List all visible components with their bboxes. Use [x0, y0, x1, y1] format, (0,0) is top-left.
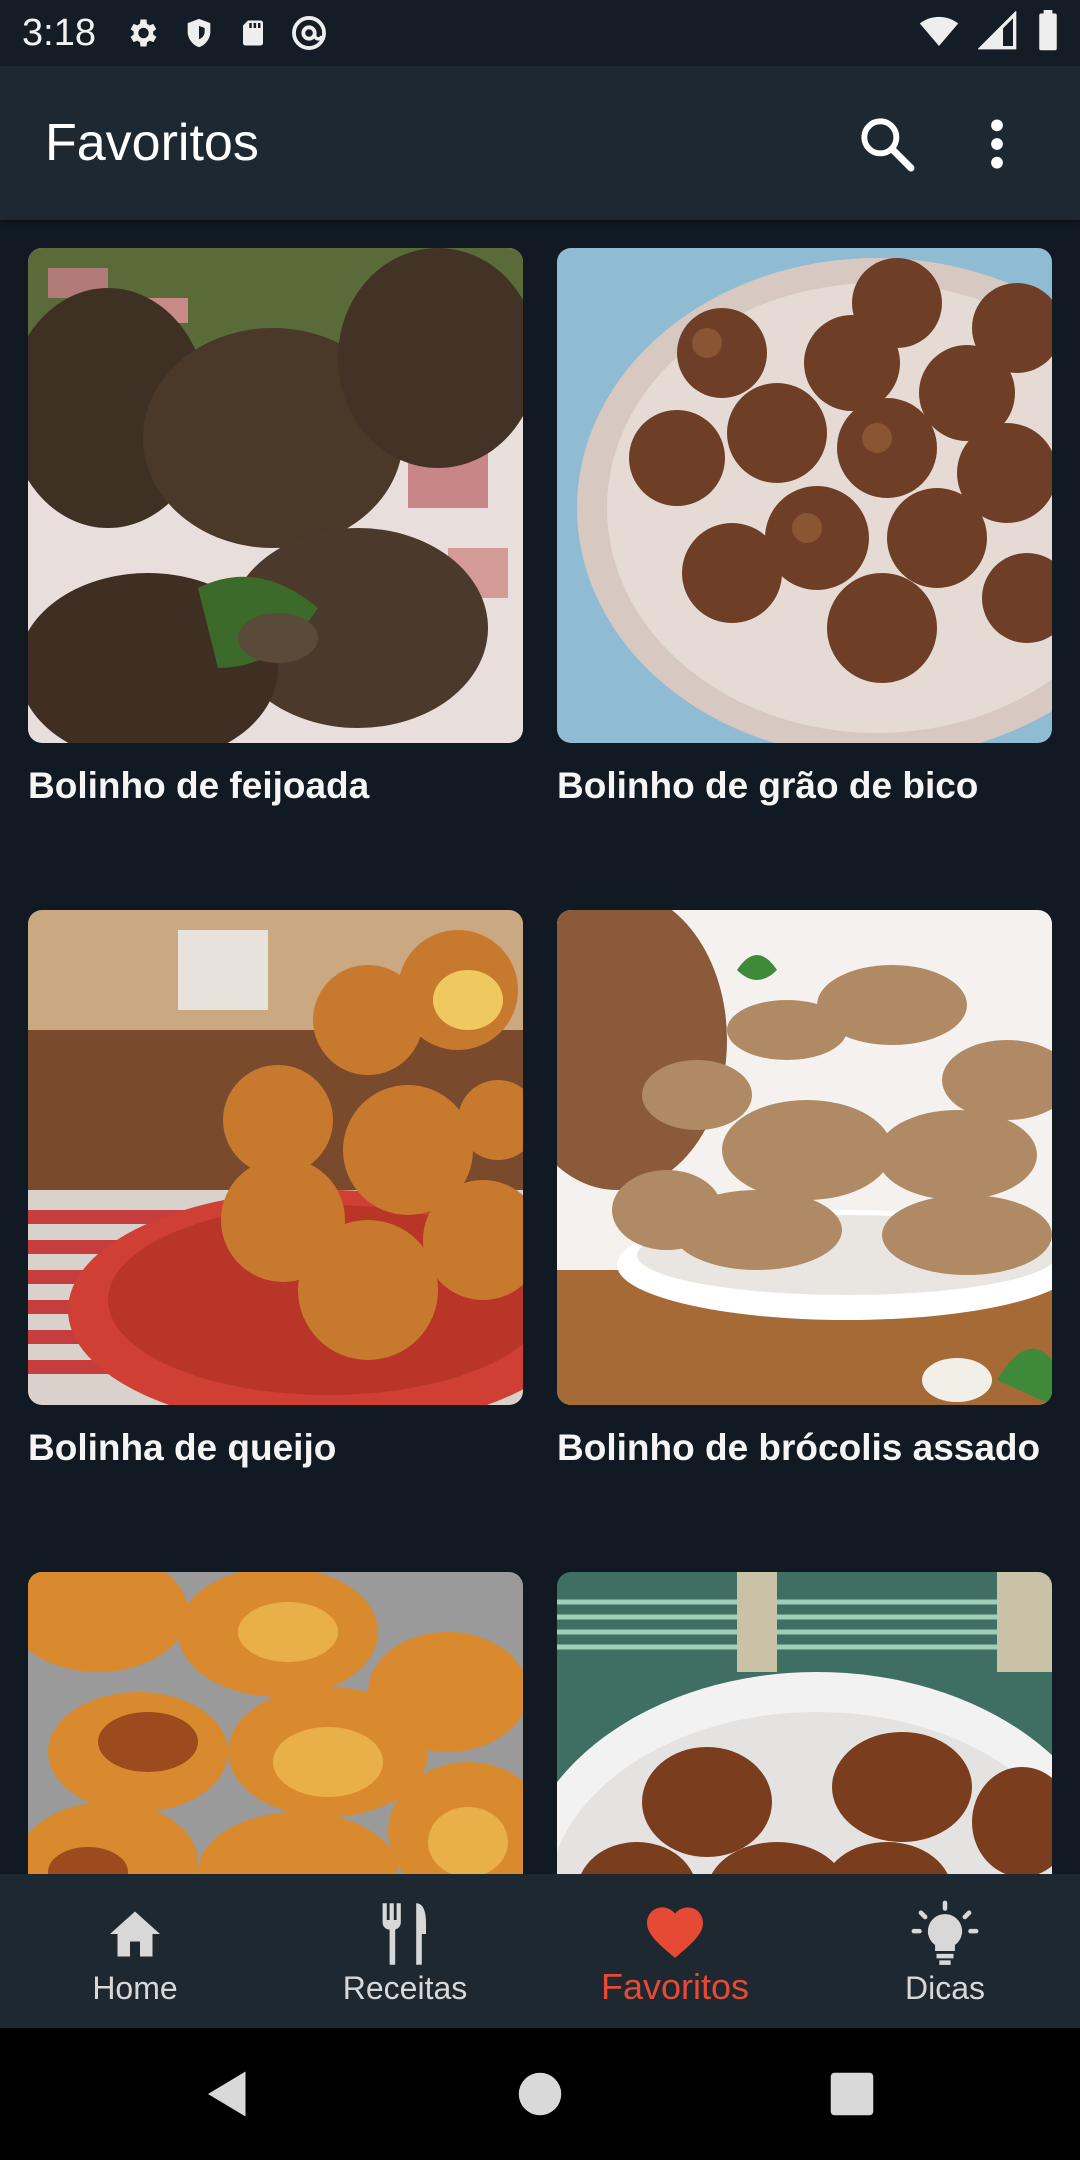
lightbulb-icon [911, 1900, 979, 1965]
recipe-card[interactable] [28, 1572, 523, 1874]
nav-label: Home [92, 1970, 178, 2006]
recents-icon [830, 2072, 874, 2116]
home-circle-icon [518, 2072, 562, 2116]
recipe-image [557, 910, 1052, 1405]
gear-icon [124, 15, 160, 51]
more-vert-icon [991, 119, 1003, 169]
recipe-name: Bolinho de brócolis assado [557, 1427, 1041, 1468]
signal-icon [978, 11, 1018, 51]
recipe-name: Bolinho de grão de bico [557, 765, 979, 806]
status-time: 3:18 [22, 11, 96, 54]
nav-item-favoritos[interactable]: Favoritos [540, 1874, 810, 2028]
at-sign-icon [290, 14, 328, 52]
app-bar: Favoritos [0, 66, 1080, 220]
search-button[interactable] [855, 112, 919, 176]
nav-label: Favoritos [600, 1966, 750, 2007]
recipe-card-bolinho-de-brocolis-assado[interactable]: Bolinho de brócolis assado [557, 910, 1052, 1469]
favorites-grid: Bolinho de feijoada Bolinho de grão de b… [0, 220, 1080, 1874]
recipe-image [557, 248, 1052, 743]
recents-button[interactable] [822, 2064, 882, 2124]
recipe-image [28, 248, 523, 743]
nav-label: Dicas [904, 1970, 985, 2006]
recipe-image [28, 910, 523, 1405]
nav-item-dicas[interactable]: Dicas [810, 1874, 1080, 2028]
nav-item-home[interactable]: Home [0, 1874, 270, 2028]
home-button[interactable] [510, 2064, 570, 2124]
recipe-image [557, 1572, 1052, 1874]
bottom-navigation: Home Receitas Favoritos Dicas [0, 1874, 1080, 2028]
search-icon [861, 118, 915, 172]
nav-label: Receitas [342, 1970, 468, 2006]
recipe-name: Bolinho de feijoada [28, 765, 370, 806]
nav-item-receitas[interactable]: Receitas [270, 1874, 540, 2028]
status-bar: 3:18 [0, 0, 1080, 66]
fork-knife-icon [382, 1903, 426, 1965]
back-button[interactable] [198, 2064, 258, 2124]
recipe-card-bolinho-de-feijoada[interactable]: Bolinho de feijoada [28, 248, 523, 807]
system-navigation-bar [0, 2028, 1080, 2160]
heart-icon [647, 1907, 703, 1958]
recipe-card-bolinha-de-queijo[interactable]: Bolinha de queijo [28, 910, 523, 1469]
recipe-name: Bolinha de queijo [28, 1427, 337, 1468]
recipe-card[interactable] [557, 1572, 1052, 1874]
shield-icon [182, 15, 216, 51]
wifi-icon [918, 11, 960, 51]
recipe-image [28, 1572, 523, 1874]
recipe-card-bolinho-de-grao-de-bico[interactable]: Bolinho de grão de bico [557, 248, 1052, 807]
home-icon [110, 1911, 160, 1957]
more-options-button[interactable] [975, 112, 1019, 176]
battery-icon [1036, 10, 1060, 52]
page-title: Favoritos [45, 114, 259, 172]
back-icon [208, 2071, 246, 2117]
sd-card-icon [238, 15, 268, 51]
